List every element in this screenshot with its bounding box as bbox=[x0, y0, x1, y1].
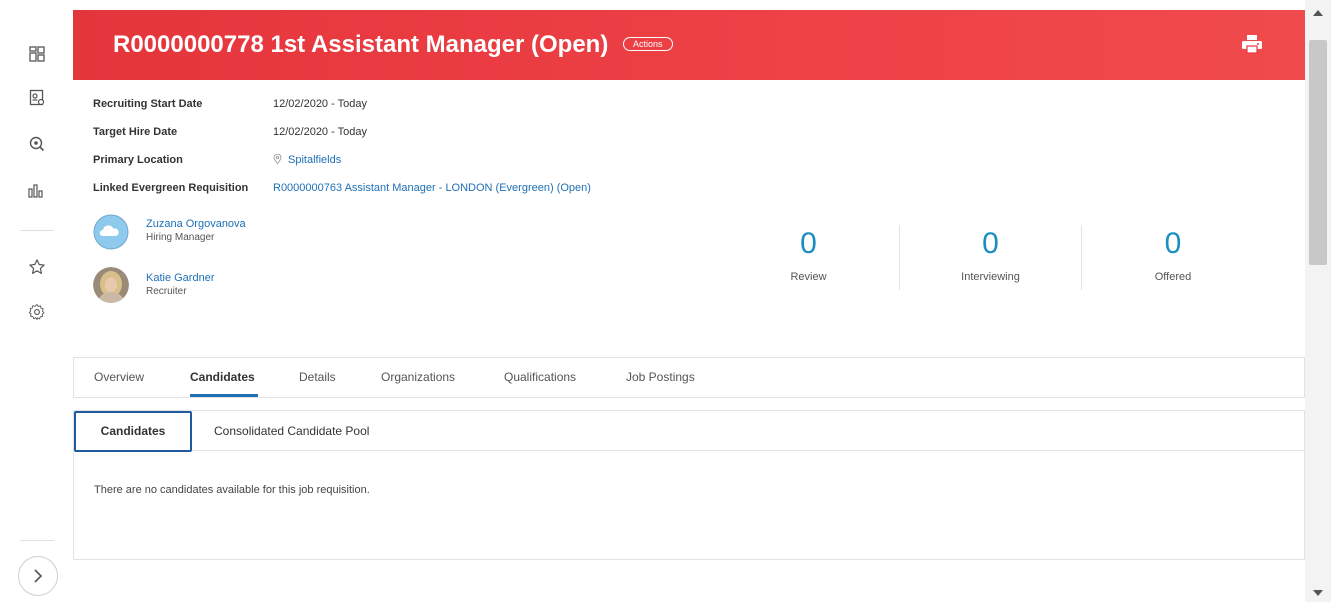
recruiting-start-label: Recruiting Start Date bbox=[93, 98, 203, 110]
apps-grid-icon[interactable] bbox=[26, 43, 48, 65]
tab-overview[interactable]: Overview bbox=[94, 370, 144, 384]
tab-candidates[interactable]: Candidates bbox=[190, 370, 255, 384]
scroll-down-arrow-icon[interactable] bbox=[1313, 590, 1323, 596]
app-window: R0000000778 1st Assistant Manager (Open)… bbox=[0, 0, 1331, 602]
gear-icon[interactable] bbox=[26, 301, 48, 323]
print-icon[interactable] bbox=[1241, 34, 1263, 54]
main-content: R0000000778 1st Assistant Manager (Open)… bbox=[73, 0, 1305, 602]
tab-organizations[interactable]: Organizations bbox=[381, 370, 455, 384]
chevron-right-icon bbox=[34, 569, 43, 583]
avatar[interactable] bbox=[93, 214, 129, 250]
subtab-consolidated-pool[interactable]: Consolidated Candidate Pool bbox=[214, 424, 369, 438]
active-tab-indicator bbox=[190, 394, 258, 397]
requisition-header: R0000000778 1st Assistant Manager (Open)… bbox=[73, 10, 1305, 80]
candidate-stats: 0 Review 0 Interviewing 0 Offered bbox=[718, 225, 1263, 290]
scroll-up-arrow-icon[interactable] bbox=[1313, 10, 1323, 16]
star-icon[interactable] bbox=[26, 256, 48, 278]
stat-interviewing-label: Interviewing bbox=[961, 271, 1020, 283]
requisition-title: R0000000778 1st Assistant Manager (Open) bbox=[113, 31, 609, 58]
recruiter-role: Recruiter bbox=[146, 286, 187, 297]
recruiter-photo-icon bbox=[93, 267, 129, 303]
job-profile-icon[interactable] bbox=[26, 87, 48, 109]
linked-requisition-link[interactable]: R0000000763 Assistant Manager - LONDON (… bbox=[273, 182, 591, 194]
avatar[interactable] bbox=[93, 267, 129, 303]
cloud-avatar-icon bbox=[93, 214, 129, 250]
empty-state-message: There are no candidates available for th… bbox=[94, 484, 370, 496]
actions-button[interactable]: Actions bbox=[623, 36, 673, 51]
main-tabs: Overview Candidates Details Organization… bbox=[73, 357, 1305, 398]
search-icon[interactable] bbox=[26, 133, 48, 155]
primary-location-link[interactable]: Spitalfields bbox=[288, 154, 341, 166]
tab-qualifications[interactable]: Qualifications bbox=[504, 370, 576, 384]
stat-interviewing-value: 0 bbox=[982, 227, 999, 260]
stat-review[interactable]: 0 Review bbox=[718, 225, 900, 290]
rail-divider bbox=[20, 540, 54, 541]
stat-offered[interactable]: 0 Offered bbox=[1082, 225, 1264, 290]
left-rail bbox=[0, 0, 73, 602]
tab-job-postings[interactable]: Job Postings bbox=[626, 370, 695, 384]
stat-offered-label: Offered bbox=[1154, 271, 1192, 283]
recruiting-start-row: Recruiting Start Date 12/02/2020 - Today bbox=[93, 98, 793, 114]
expand-rail-button[interactable] bbox=[18, 556, 58, 596]
stat-interviewing[interactable]: 0 Interviewing bbox=[900, 225, 1082, 290]
subtab-candidates[interactable]: Candidates bbox=[74, 411, 192, 452]
vertical-scrollbar[interactable] bbox=[1305, 0, 1331, 602]
hiring-manager-role: Hiring Manager bbox=[146, 232, 215, 243]
target-hire-label: Target Hire Date bbox=[93, 126, 178, 138]
linked-requisition-label: Linked Evergreen Requisition bbox=[93, 182, 249, 194]
hiring-manager-name[interactable]: Zuzana Orgovanova bbox=[146, 218, 246, 230]
location-pin-icon bbox=[273, 154, 282, 164]
recruiter-name[interactable]: Katie Gardner bbox=[146, 272, 214, 284]
target-hire-value: 12/02/2020 - Today bbox=[273, 126, 367, 138]
stat-review-label: Review bbox=[790, 271, 827, 283]
page-title: R0000000778 1st Assistant Manager (Open)… bbox=[113, 31, 673, 59]
sub-tabs: Candidates Consolidated Candidate Pool bbox=[74, 411, 1304, 452]
primary-location-label: Primary Location bbox=[93, 154, 183, 166]
primary-location-value-wrap: Spitalfields bbox=[273, 154, 341, 166]
candidates-panel: Candidates Consolidated Candidate Pool T… bbox=[73, 410, 1305, 560]
linked-requisition-row: Linked Evergreen Requisition R0000000763… bbox=[93, 182, 793, 198]
primary-location-row: Primary Location Spitalfields bbox=[93, 154, 793, 170]
scroll-thumb[interactable] bbox=[1309, 40, 1327, 265]
stat-review-value: 0 bbox=[800, 227, 817, 260]
analytics-icon[interactable] bbox=[26, 180, 48, 202]
tab-details[interactable]: Details bbox=[299, 370, 336, 384]
rail-divider bbox=[20, 230, 54, 231]
recruiting-start-value: 12/02/2020 - Today bbox=[273, 98, 367, 110]
target-hire-row: Target Hire Date 12/02/2020 - Today bbox=[93, 126, 793, 142]
stat-offered-value: 0 bbox=[1164, 227, 1182, 260]
